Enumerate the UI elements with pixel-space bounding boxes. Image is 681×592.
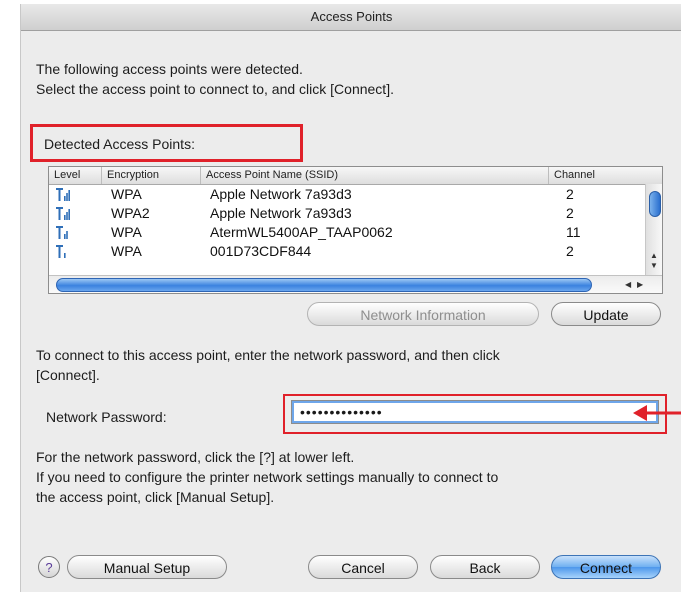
channel-cell: 2 (566, 205, 574, 221)
detected-access-points-label: Detected Access Points: (44, 136, 195, 152)
encryption-cell: WPA (111, 186, 142, 202)
column-encryption[interactable]: Encryption (102, 167, 201, 184)
scroll-left-arrow-icon[interactable]: ◀ (625, 281, 631, 289)
vertical-scrollbar[interactable]: ▲ ▼ (645, 184, 662, 275)
scroll-down-arrow-icon[interactable]: ▼ (650, 262, 658, 270)
column-ssid[interactable]: Access Point Name (SSID) (201, 167, 549, 184)
signal-medium-icon (56, 226, 68, 239)
signal-weak-icon (56, 245, 66, 258)
encryption-cell: WPA2 (111, 205, 150, 221)
password-prompt-line-1: To connect to this access point, enter t… (36, 347, 500, 363)
vertical-scroll-thumb[interactable] (649, 191, 661, 217)
intro-line-1: The following access points were detecte… (36, 61, 303, 77)
channel-cell: 11 (566, 224, 581, 240)
table-row[interactable]: WPA2 Apple Network 7a93d3 2 (49, 204, 645, 223)
column-level[interactable]: Level (49, 167, 102, 184)
network-password-input[interactable]: •••••••••••••• (291, 400, 659, 424)
update-button[interactable]: Update (551, 302, 661, 326)
table-row[interactable]: WPA 001D73CDF844 2 (49, 242, 645, 261)
encryption-cell: WPA (111, 243, 142, 259)
table-row[interactable]: WPA Apple Network 7a93d3 2 (49, 185, 645, 204)
scroll-right-arrow-icon[interactable]: ▶ (637, 281, 643, 289)
network-password-label: Network Password: (46, 409, 167, 425)
ssid-cell: AtermWL5400AP_TAAP0062 (210, 224, 393, 240)
encryption-cell: WPA (111, 224, 142, 240)
help-text-line-1: For the network password, click the [?] … (36, 449, 355, 465)
ssid-cell: 001D73CDF844 (210, 243, 312, 259)
highlight-arrow-icon (633, 405, 681, 421)
horizontal-scroll-thumb[interactable] (56, 278, 592, 292)
password-prompt-line-2: [Connect]. (36, 367, 100, 383)
signal-strong-icon (56, 207, 70, 220)
access-point-table[interactable]: Level Encryption Access Point Name (SSID… (48, 166, 663, 294)
scroll-up-arrow-icon[interactable]: ▲ (650, 252, 658, 260)
horizontal-scrollbar[interactable]: ◀ ▶ (49, 275, 662, 293)
column-channel[interactable]: Channel (549, 167, 646, 184)
help-text-line-2: If you need to configure the printer net… (36, 469, 499, 485)
access-points-dialog: Access Points The following access point… (20, 4, 681, 592)
back-button[interactable]: Back (430, 555, 540, 579)
help-text-line-3: the access point, click [Manual Setup]. (36, 489, 275, 505)
channel-cell: 2 (566, 186, 574, 202)
connect-button[interactable]: Connect (551, 555, 661, 579)
ssid-cell: Apple Network 7a93d3 (210, 205, 352, 221)
manual-setup-button[interactable]: Manual Setup (67, 555, 227, 579)
ssid-cell: Apple Network 7a93d3 (210, 186, 352, 202)
table-header: Level Encryption Access Point Name (SSID… (49, 167, 662, 185)
network-information-button[interactable]: Network Information (307, 302, 539, 326)
window-title: Access Points (21, 4, 681, 31)
signal-strong-icon (56, 188, 70, 201)
cancel-button[interactable]: Cancel (308, 555, 418, 579)
help-button[interactable]: ? (38, 556, 60, 578)
intro-line-2: Select the access point to connect to, a… (36, 81, 394, 97)
channel-cell: 2 (566, 243, 574, 259)
table-row[interactable]: WPA AtermWL5400AP_TAAP0062 11 (49, 223, 645, 242)
